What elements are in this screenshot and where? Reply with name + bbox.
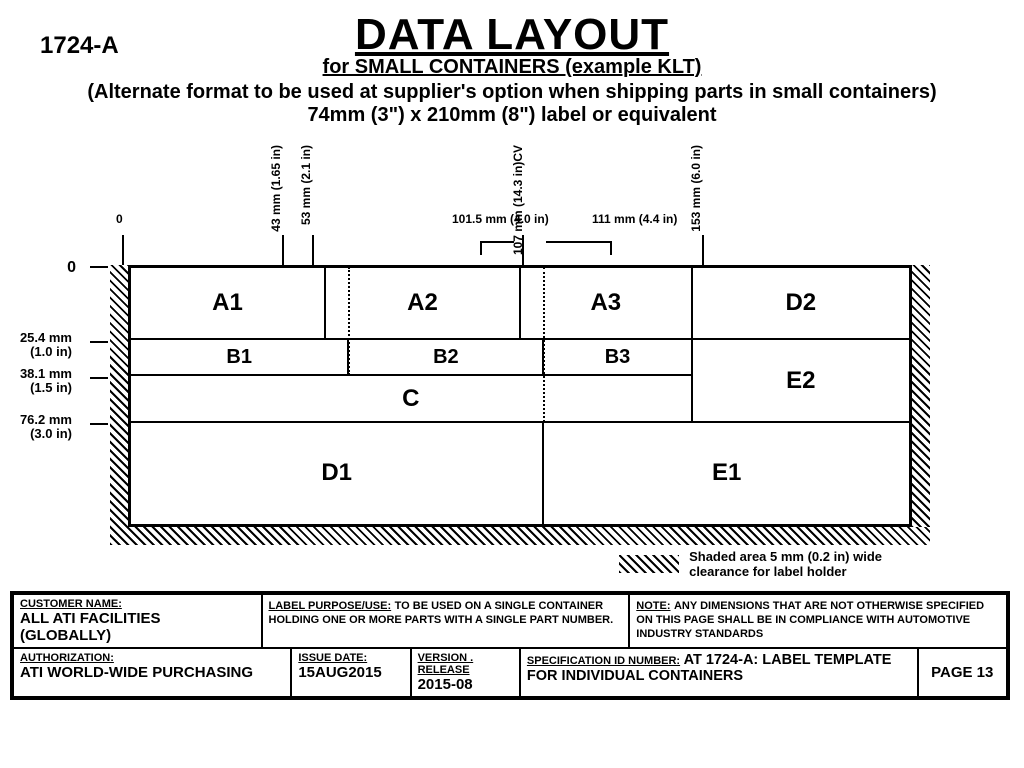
left-tick-38: 38.1 mm (1.5 in) — [2, 367, 72, 396]
page-number: PAGE 13 — [931, 664, 993, 681]
top-tick-111: 111 mm (4.4 in) — [592, 213, 677, 226]
cell-b2: B2 — [348, 339, 543, 375]
cell-e1: E1 — [543, 422, 910, 525]
purpose-label: LABEL PURPOSE/USE: — [269, 600, 392, 612]
ver-label: VERSION . RELEASE — [418, 652, 513, 676]
cell-b3: B3 — [543, 339, 691, 375]
customer-label: CUSTOMER NAME: — [20, 598, 255, 610]
cell-a3: A3 — [520, 267, 692, 339]
top-tick-0: 0 — [116, 213, 123, 226]
top-tick-101: 101.5 mm (4.0 in) — [452, 213, 549, 226]
cell-e2: E2 — [692, 339, 910, 422]
note-value: ANY DIMENSIONS THAT ARE NOT OTHERWISE SP… — [636, 600, 984, 640]
cell-a1: A1 — [130, 267, 325, 339]
issue-value: 15AUG2015 — [298, 664, 403, 681]
left-tick-25: 25.4 mm (1.0 in) — [2, 331, 72, 360]
left-tick-0: 0 — [6, 259, 76, 277]
label-box: A1 A2 A3 D2 B1 B2 B3 E2 C D1 E1 — [110, 265, 930, 545]
auth-value: ATI WORLD-WIDE PURCHASING — [20, 664, 284, 681]
top-tick-53: 53 mm (2.1 in) — [300, 145, 313, 225]
footer-block: CUSTOMER NAME: ALL ATI FACILITIES (GLOBA… — [10, 591, 1010, 700]
spec-label: SPECIFICATION ID NUMBER: — [527, 655, 680, 667]
legend: Shaded area 5 mm (0.2 in) wide clearance… — [619, 549, 882, 579]
cell-d1: D1 — [130, 422, 543, 525]
ver-value: 2015-08 — [418, 676, 513, 693]
auth-label: AUTHORIZATION: — [20, 652, 284, 664]
cell-c: C — [130, 375, 692, 421]
layout-diagram: 0 43 mm (1.65 in) 53 mm (2.1 in) 101.5 m… — [82, 135, 942, 565]
hatch-swatch — [619, 555, 679, 573]
cell-d2: D2 — [692, 267, 910, 339]
top-tick-153: 153 mm (6.0 in) — [690, 145, 703, 232]
customer-value: ALL ATI FACILITIES (GLOBALLY) — [20, 610, 255, 644]
title-dim: 74mm (3") x 210mm (8") label or equivale… — [10, 104, 1014, 127]
title-sub: for SMALL CONTAINERS (example KLT) — [10, 56, 1014, 79]
title-note: (Alternate format to be used at supplier… — [10, 81, 1014, 104]
left-tick-76: 76.2 mm (3.0 in) — [2, 413, 72, 442]
doc-id: 1724-A — [40, 32, 119, 60]
legend-text: Shaded area 5 mm (0.2 in) wide clearance… — [689, 549, 882, 579]
top-tick-43: 43 mm (1.65 in) — [270, 145, 283, 232]
note-label: NOTE: — [636, 600, 670, 612]
issue-label: ISSUE DATE: — [298, 652, 403, 664]
cell-b1: B1 — [130, 339, 348, 375]
cell-a2: A2 — [325, 267, 520, 339]
title-main: DATA LAYOUT — [10, 10, 1014, 60]
